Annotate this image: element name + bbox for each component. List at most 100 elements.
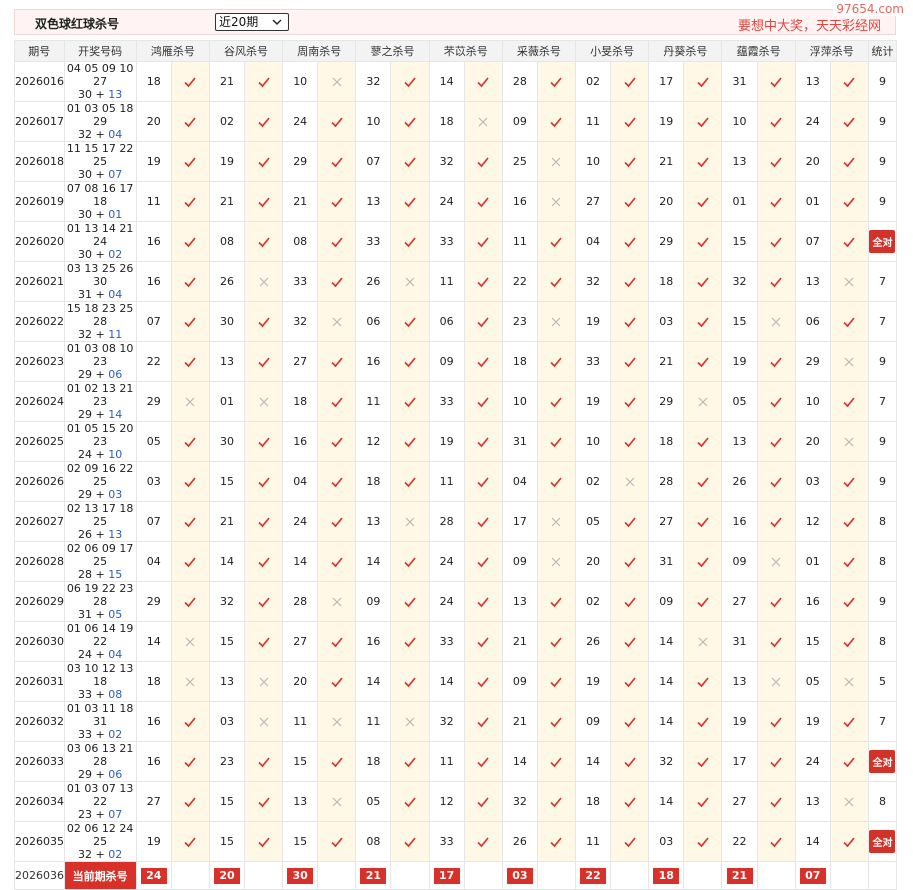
- check-icon: [683, 541, 723, 582]
- cross-icon: [243, 661, 284, 702]
- red-balls-line1: 03 06 13 21 28: [66, 742, 134, 768]
- kill-number-cell: 14: [135, 621, 172, 662]
- kill-number-cell: 27: [648, 501, 685, 542]
- kill-number-cell: 13: [208, 341, 246, 382]
- current-kill-number: 17: [433, 867, 460, 884]
- current-period-row: 2026036 当前期杀号 24 20 30 21 17 03 22 18 21 07: [14, 861, 898, 890]
- check-icon: [756, 421, 796, 462]
- kill-number-cell: 31: [501, 421, 538, 462]
- check-icon: [170, 781, 210, 822]
- check-icon: [463, 301, 503, 342]
- draw-numbers-cell: 02 09 16 22 25 29 + 03: [63, 461, 137, 502]
- period-cell: 2026023: [14, 341, 65, 382]
- cross-icon: [317, 781, 357, 822]
- check-icon: [390, 141, 430, 182]
- check-icon: [390, 61, 430, 102]
- red-ball-last: 29: [78, 368, 92, 381]
- kill-number-cell: 27: [721, 781, 758, 822]
- check-icon: [683, 341, 723, 382]
- kill-number-cell: 14: [794, 821, 831, 862]
- cross-icon: [610, 461, 650, 502]
- plus-sign: +: [92, 528, 109, 541]
- current-kill-number: 03: [506, 867, 533, 884]
- check-icon: [170, 181, 210, 222]
- period-range-select[interactable]: 近20期: [215, 13, 289, 31]
- kill-number-cell: 29: [135, 381, 172, 422]
- check-icon: [463, 781, 503, 822]
- check-icon: [463, 821, 503, 862]
- period-cell: 2026018: [14, 141, 65, 182]
- current-kill-number: 18: [653, 867, 680, 884]
- stat-count: 8: [878, 515, 886, 528]
- period-cell: 2026033: [14, 741, 65, 782]
- kill-number-cell: 14: [428, 61, 465, 102]
- check-icon: [170, 541, 210, 582]
- kill-number-cell: 04: [135, 541, 172, 582]
- kill-number-cell: 19: [135, 141, 172, 182]
- check-icon: [610, 741, 650, 782]
- stat-cell: 全对: [867, 821, 898, 862]
- red-ball-last: 30: [78, 248, 92, 261]
- kill-number-cell: 19: [648, 101, 685, 142]
- col-header-xiaomin: 小旻杀号: [575, 40, 650, 62]
- draw-numbers-cell: 03 13 25 26 30 31 + 04: [63, 261, 137, 302]
- stat-count: 9: [878, 355, 886, 368]
- blue-ball: 04: [108, 128, 123, 141]
- period-cell: 2026031: [14, 661, 65, 702]
- blue-ball: 07: [108, 808, 123, 821]
- check-icon: [536, 781, 577, 822]
- kill-number-cell: 16: [355, 621, 392, 662]
- kill-number-cell: 11: [428, 261, 465, 302]
- stat-cell: 9: [867, 421, 898, 462]
- check-icon: [243, 781, 284, 822]
- kill-number-cell: 18: [355, 741, 392, 782]
- check-icon: [610, 421, 650, 462]
- blue-ball: 13: [108, 528, 123, 541]
- blue-ball: 02: [108, 848, 123, 861]
- check-icon: [463, 221, 503, 262]
- check-icon: [829, 701, 869, 742]
- kill-number-cell: 19: [575, 301, 612, 342]
- check-icon: [243, 421, 284, 462]
- stat-cell: 9: [867, 341, 898, 382]
- check-icon: [536, 821, 577, 862]
- check-icon: [170, 341, 210, 382]
- kill-number-cell: 11: [428, 741, 465, 782]
- table-row: 2026020 01 13 14 21 24 30 + 02 16 08 08 33 33 11…: [14, 221, 898, 262]
- red-balls-line1: 02 13 17 18 25: [66, 502, 134, 528]
- red-balls-line2: 29 + 06: [65, 768, 136, 781]
- current-kill-number: 21: [726, 867, 753, 884]
- check-icon: [463, 581, 503, 622]
- current-empty-cell: [610, 861, 650, 890]
- kill-number-cell: 33: [282, 261, 319, 302]
- cross-icon: [170, 381, 210, 422]
- kill-number-cell: 26: [208, 261, 246, 302]
- kill-number-cell: 33: [428, 381, 465, 422]
- kill-number-cell: 30: [208, 301, 246, 342]
- check-icon: [390, 741, 430, 782]
- kill-number-cell: 28: [282, 581, 319, 622]
- plus-sign: +: [92, 808, 109, 821]
- check-icon: [463, 741, 503, 782]
- current-kill-cell: 17: [428, 861, 465, 890]
- cross-icon: [390, 501, 430, 542]
- blue-ball: 11: [108, 328, 123, 341]
- kill-number-cell: 19: [575, 661, 612, 702]
- kill-number-cell: 28: [428, 501, 465, 542]
- check-icon: [756, 381, 796, 422]
- stat-count: 8: [878, 555, 886, 568]
- draw-numbers-cell: 02 13 17 18 25 26 + 13: [63, 501, 137, 542]
- check-icon: [610, 301, 650, 342]
- check-icon: [170, 261, 210, 302]
- kill-number-cell: 10: [575, 421, 612, 462]
- kill-number-cell: 13: [721, 421, 758, 462]
- kill-number-cell: 01: [721, 181, 758, 222]
- plus-sign: +: [92, 328, 109, 341]
- period-cell: 2026025: [14, 421, 65, 462]
- kill-number-cell: 19: [575, 381, 612, 422]
- stat-count: 9: [878, 155, 886, 168]
- blue-ball: 14: [108, 408, 123, 421]
- check-icon: [610, 501, 650, 542]
- watermark-logo: 97654.com: [833, 2, 907, 16]
- draw-numbers-cell: 06 19 22 23 28 31 + 05: [63, 581, 137, 622]
